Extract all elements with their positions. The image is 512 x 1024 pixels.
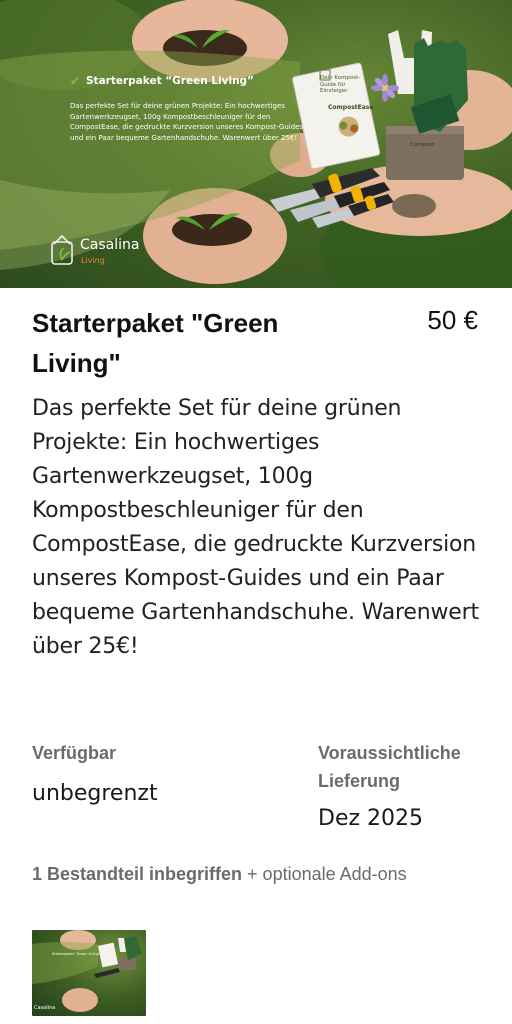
components-info: 1 Bestandteil inbegriffen + optionale Ad… <box>32 860 462 888</box>
hero-book-title: Dein Kompost-Guide für Einsteiger <box>320 75 361 94</box>
hero-book-label: CompostEase <box>328 104 374 111</box>
delivery-label: Voraussichtliche Lieferung <box>318 743 461 791</box>
logo-name: Casalina <box>80 237 140 253</box>
thumbnail-logo: Casalina <box>34 1005 56 1011</box>
check-icon: ✔ <box>70 74 81 88</box>
component-thumbnail[interactable]: Starterpaket “Green Living” Casalina <box>32 930 146 1016</box>
product-description: Das perfekte Set für deine grünen Projek… <box>32 396 479 659</box>
hero-illustration <box>0 0 512 288</box>
product-title: Starterpaket "Green Living" <box>32 308 279 378</box>
hero-image: ✔ Starterpaket “Green Living” Das perfek… <box>0 0 512 288</box>
thumbnail-title: Starterpaket “Green Living” <box>52 952 101 956</box>
hero-description: Das perfekte Set für deine grünen Projek… <box>70 102 304 142</box>
delivery-value: Dez 2025 <box>318 806 424 831</box>
hero-title: Starterpaket “Green Living” <box>86 75 254 87</box>
thumbnail-illustration <box>32 930 142 1012</box>
components-count: 1 Bestandteil inbegriffen <box>32 864 243 884</box>
logo-subtitle: Living <box>81 256 105 265</box>
availability-label: Verfügbar <box>32 743 117 763</box>
availability-value: unbegrenzt <box>32 781 158 806</box>
components-addons: + optionale Add-ons <box>242 864 407 884</box>
hero-bag-label: Compost <box>410 142 435 148</box>
product-price: 50 € <box>427 305 478 335</box>
